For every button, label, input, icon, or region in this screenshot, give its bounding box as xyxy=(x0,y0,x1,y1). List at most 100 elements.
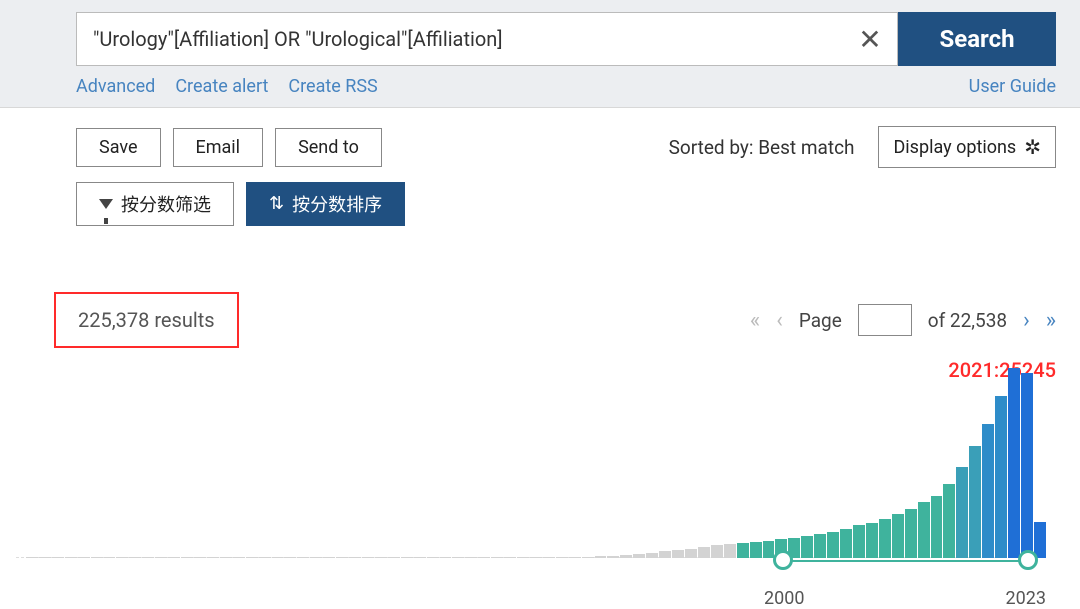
last-page-icon[interactable]: » xyxy=(1046,308,1056,333)
chart-bar[interactable] xyxy=(685,549,697,558)
email-button[interactable]: Email xyxy=(173,128,264,167)
chart-bar[interactable] xyxy=(724,544,736,558)
chart-bar[interactable] xyxy=(607,556,619,558)
chart-bar[interactable] xyxy=(620,555,632,558)
chart-bar[interactable] xyxy=(246,557,258,558)
chart-bar[interactable] xyxy=(349,557,361,558)
chart-bar[interactable] xyxy=(556,557,568,558)
filter-by-score-button[interactable]: 按分数筛选 xyxy=(76,182,234,226)
chart-bar[interactable] xyxy=(905,509,917,558)
chart-bar[interactable] xyxy=(207,557,219,558)
chart-bar[interactable] xyxy=(91,557,103,558)
chart-bar[interactable] xyxy=(78,557,90,558)
chart-bar[interactable] xyxy=(646,553,658,558)
chart-bar[interactable] xyxy=(272,557,284,558)
chart-bar[interactable] xyxy=(104,557,116,558)
user-guide-link[interactable]: User Guide xyxy=(969,76,1056,97)
chart-bar[interactable] xyxy=(465,557,477,558)
advanced-link[interactable]: Advanced xyxy=(76,76,155,97)
chart-bar[interactable] xyxy=(401,557,413,558)
chart-bar[interactable] xyxy=(142,557,154,558)
clear-search-button[interactable]: ✕ xyxy=(843,13,897,65)
chart-bar[interactable] xyxy=(931,496,943,558)
save-button[interactable]: Save xyxy=(76,128,161,167)
chart-bar[interactable] xyxy=(814,534,826,558)
chart-bar[interactable] xyxy=(414,557,426,558)
display-options-button[interactable]: Display options ✲ xyxy=(878,126,1056,168)
chart-bar[interactable] xyxy=(582,557,594,558)
chart-bar[interactable] xyxy=(801,536,813,558)
chart-bar[interactable] xyxy=(840,529,852,558)
chart-bar[interactable] xyxy=(633,554,645,558)
chart-bar[interactable] xyxy=(853,525,865,558)
chart-bar[interactable] xyxy=(892,514,904,558)
chart-bar[interactable] xyxy=(233,557,245,558)
chart-bar[interactable] xyxy=(711,545,723,558)
chart-bar[interactable] xyxy=(569,557,581,558)
chart-bar[interactable] xyxy=(427,557,439,558)
chart-bar[interactable] xyxy=(698,547,710,558)
chart-bar[interactable] xyxy=(969,446,981,558)
chart-bar[interactable] xyxy=(517,557,529,558)
page-input[interactable] xyxy=(858,304,912,336)
chart-bar[interactable] xyxy=(310,557,322,558)
chart-bar[interactable] xyxy=(943,484,955,559)
chart-bar[interactable] xyxy=(375,557,387,558)
chart-bar[interactable] xyxy=(388,557,400,558)
chart-bar[interactable] xyxy=(259,557,271,558)
chart-bar[interactable] xyxy=(168,557,180,558)
chart-bar[interactable] xyxy=(982,424,994,558)
create-rss-link[interactable]: Create RSS xyxy=(288,76,377,97)
sort-by-score-button[interactable]: ⇅ 按分数排序 xyxy=(246,182,405,226)
chart-bar[interactable] xyxy=(65,557,77,558)
chart-bar[interactable] xyxy=(39,557,51,558)
chart-bar[interactable] xyxy=(440,557,452,558)
chart-bar[interactable] xyxy=(595,556,607,558)
chart-bar[interactable] xyxy=(452,557,464,558)
chart-bar[interactable] xyxy=(827,532,839,558)
chart-bar[interactable] xyxy=(297,557,309,558)
chart-bar[interactable] xyxy=(1021,373,1033,558)
create-alert-link[interactable]: Create alert xyxy=(175,76,268,97)
chart-bar[interactable] xyxy=(155,557,167,558)
chart-bar[interactable] xyxy=(956,467,968,558)
chart-bar[interactable] xyxy=(52,557,64,558)
search-button[interactable]: Search xyxy=(898,12,1056,66)
chart-bar[interactable] xyxy=(504,557,516,558)
chart-bar[interactable] xyxy=(181,557,193,558)
range-slider-handle-left[interactable] xyxy=(773,550,793,570)
chart-bar[interactable] xyxy=(194,557,206,558)
chart-bar[interactable] xyxy=(995,396,1007,558)
chart-bar[interactable] xyxy=(763,541,775,558)
chart-bar[interactable] xyxy=(478,557,490,558)
prev-page-icon[interactable]: ‹ xyxy=(776,308,783,333)
chart-bar[interactable] xyxy=(284,557,296,558)
next-page-icon[interactable]: › xyxy=(1023,308,1030,333)
chart-bar[interactable] xyxy=(530,557,542,558)
chart-bar[interactable] xyxy=(672,550,684,558)
chart-bar[interactable] xyxy=(659,551,671,558)
chart-bar[interactable] xyxy=(362,557,374,558)
chart-bar[interactable] xyxy=(491,557,503,558)
chart-bar[interactable] xyxy=(750,542,762,558)
sort-by-score-label: 按分数排序 xyxy=(292,191,382,217)
chart-bar[interactable] xyxy=(26,557,38,558)
chart-bar[interactable] xyxy=(129,557,141,558)
chart-bar[interactable] xyxy=(918,502,930,558)
chart-bar[interactable] xyxy=(879,519,891,558)
chart-bar[interactable] xyxy=(866,523,878,558)
chart-bar[interactable] xyxy=(1008,368,1020,558)
search-input[interactable] xyxy=(77,13,843,65)
chart-bar[interactable] xyxy=(1034,522,1046,558)
gear-icon: ✲ xyxy=(1024,135,1041,159)
range-slider-handle-right[interactable] xyxy=(1018,550,1038,570)
sorted-by-label[interactable]: Sorted by: Best match xyxy=(669,136,855,159)
chart-bar[interactable] xyxy=(543,557,555,558)
first-page-icon[interactable]: « xyxy=(750,308,760,333)
chart-bar[interactable] xyxy=(336,557,348,558)
chart-bar[interactable] xyxy=(220,557,232,558)
send-to-button[interactable]: Send to xyxy=(275,128,382,167)
chart-bar[interactable] xyxy=(323,557,335,558)
chart-bar[interactable] xyxy=(737,543,749,558)
chart-bar[interactable] xyxy=(116,557,128,558)
